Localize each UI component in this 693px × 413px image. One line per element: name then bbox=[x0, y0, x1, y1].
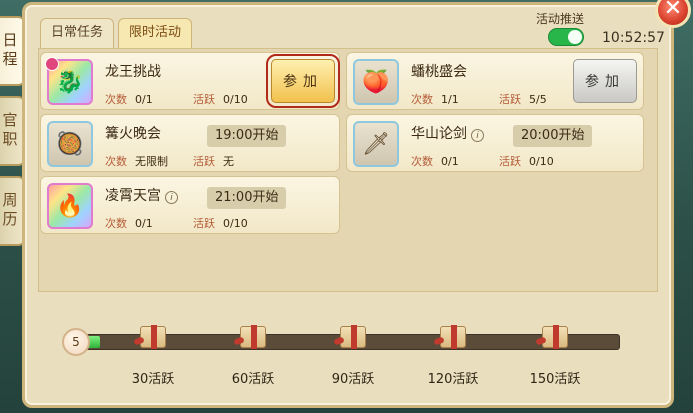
reward-chest-icon[interactable] bbox=[233, 320, 270, 350]
peach-icon: 🍑 bbox=[353, 59, 399, 105]
reward-chest-icon[interactable] bbox=[433, 320, 470, 350]
activity-card: 🥘 篝火晚会 19:00开始 次数 无限制 活跃无 bbox=[40, 114, 340, 172]
active-value: 0/10 bbox=[223, 93, 248, 106]
reward-chest-icon[interactable] bbox=[535, 320, 572, 350]
active-label: 活跃 bbox=[193, 93, 215, 106]
activity-name: 篝火晚会 bbox=[105, 126, 161, 142]
active-label: 活跃 bbox=[499, 155, 521, 168]
clock: 10:52:57 bbox=[602, 30, 665, 46]
reward-threshold-label: 60活跃 bbox=[231, 372, 275, 387]
activity-card: 🗡 华山论剑 i 20:00开始 次数 0/1 活跃 0/10 bbox=[346, 114, 644, 172]
activity-name: 龙王挑战 bbox=[105, 64, 161, 80]
count-label: 次数 bbox=[411, 155, 433, 168]
count-label: 次数 bbox=[411, 93, 433, 106]
activity-name: 华山论剑 bbox=[411, 126, 467, 142]
activity-tabs: 日常任务 限时活动 bbox=[40, 18, 193, 48]
join-button[interactable]: 参加 bbox=[573, 59, 637, 103]
push-label: 活动推送 bbox=[536, 12, 585, 26]
feast-plate-icon: 🥘 bbox=[47, 121, 93, 167]
sword-icon: 🗡 bbox=[353, 121, 399, 167]
count-value: 0/1 bbox=[135, 217, 153, 230]
active-label: 活跃 bbox=[193, 217, 215, 230]
dragon-emblem-icon: 🐉 bbox=[45, 57, 93, 105]
reward-threshold-label: 150活跃 bbox=[529, 372, 581, 387]
activity-card: 🐉 龙王挑战 次数 0/1 活跃 0/10 参加 bbox=[40, 52, 340, 110]
side-tab-label: 官职 bbox=[0, 112, 19, 150]
info-icon[interactable]: i bbox=[471, 129, 484, 142]
reward-threshold-label: 90活跃 bbox=[331, 372, 375, 387]
count-value: 无限制 bbox=[135, 155, 168, 168]
count-label: 次数 bbox=[105, 217, 127, 230]
side-tab-label: 周历 bbox=[0, 192, 19, 230]
active-value: 无 bbox=[223, 155, 234, 168]
start-time-badge: 21:00开始 bbox=[207, 187, 287, 209]
side-tab-label: 日程 bbox=[0, 32, 19, 70]
count-label: 次数 bbox=[105, 155, 127, 168]
tab-limited-events[interactable]: 限时活动 bbox=[118, 18, 193, 48]
count-label: 次数 bbox=[105, 93, 127, 106]
activity-card: 🍑 蟠桃盛会 次数 1/1 活跃 5/5 参加 bbox=[346, 52, 644, 110]
tab-daily-tasks[interactable]: 日常任务 bbox=[40, 18, 115, 48]
activity-name-wrap: 凌霄天宫 i bbox=[105, 185, 178, 205]
active-value: 5/5 bbox=[529, 93, 547, 106]
reward-threshold-label: 30活跃 bbox=[131, 372, 175, 387]
activity-name: 凌霄天宫 bbox=[105, 188, 161, 204]
count-value: 1/1 bbox=[441, 93, 459, 106]
activity-name-wrap: 华山论剑 i bbox=[411, 123, 484, 143]
progress-value: 5 bbox=[62, 328, 90, 356]
activity-card: 🔥 凌霄天宫 i 21:00开始 次数 0/1 活跃 0/10 bbox=[40, 176, 340, 234]
active-label: 活跃 bbox=[499, 93, 521, 106]
start-time-badge: 19:00开始 bbox=[207, 125, 287, 147]
reward-chest-icon[interactable] bbox=[133, 320, 170, 350]
reward-chest-icon[interactable] bbox=[333, 320, 370, 350]
toggle-knob bbox=[568, 30, 582, 44]
activity-name: 蟠桃盛会 bbox=[411, 64, 467, 80]
count-value: 0/1 bbox=[441, 155, 459, 168]
active-label: 活跃 bbox=[193, 155, 215, 168]
active-value: 0/10 bbox=[529, 155, 554, 168]
count-value: 0/1 bbox=[135, 93, 153, 106]
reward-threshold-label: 120活跃 bbox=[427, 372, 479, 387]
join-button[interactable]: 参加 bbox=[266, 54, 340, 108]
info-icon[interactable]: i bbox=[165, 191, 178, 204]
close-icon: ✕ bbox=[663, 0, 683, 21]
active-value: 0/10 bbox=[223, 217, 248, 230]
fire-blade-icon: 🔥 bbox=[47, 183, 93, 229]
push-toggle[interactable] bbox=[548, 28, 584, 46]
start-time-badge: 20:00开始 bbox=[513, 125, 593, 147]
